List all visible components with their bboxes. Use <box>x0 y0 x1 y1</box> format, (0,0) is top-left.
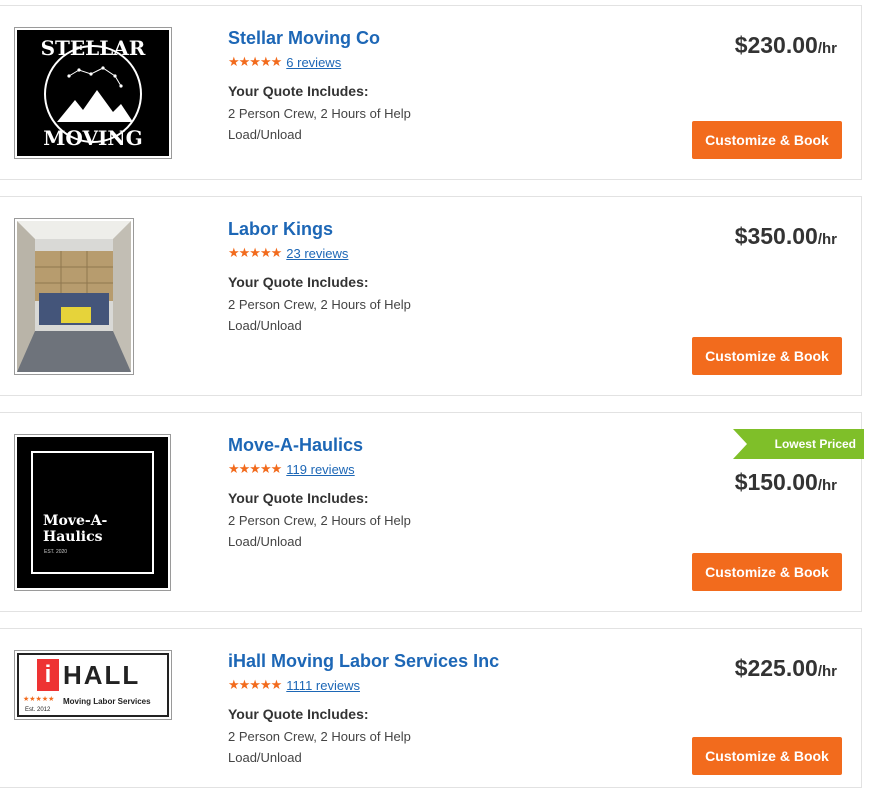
quote-includes-label: Your Quote Includes: <box>228 490 369 506</box>
reviews-link[interactable]: 119 reviews <box>286 462 354 477</box>
logo-est: EST. 2020 <box>44 549 68 555</box>
listing-card: STELLAR MOVING Stellar Moving Co ★★★★★ 6… <box>0 5 862 180</box>
hourly-price: $150.00/hr <box>735 469 837 496</box>
quote-line: 2 Person Crew, 2 Hours of Help <box>228 513 411 528</box>
quote-includes-label: Your Quote Includes: <box>228 83 369 99</box>
quote-includes-label: Your Quote Includes: <box>228 274 369 290</box>
star-rating-icon: ★★★★★ <box>228 245 282 260</box>
price-value: $150.00 <box>734 469 818 495</box>
lowest-priced-badge: Lowest Priced <box>733 429 864 459</box>
rating-row: ★★★★★ 23 reviews <box>228 245 348 261</box>
customize-book-button[interactable]: Customize & Book <box>692 337 842 375</box>
logo-text-hall: HALL <box>63 660 141 690</box>
quote-includes-label: Your Quote Includes: <box>228 706 369 722</box>
company-logo[interactable]: Move-A- Haulics EST. 2020 <box>14 434 171 591</box>
customize-book-button[interactable]: Customize & Book <box>692 553 842 591</box>
logo-stars: ★★★★★ <box>23 696 55 703</box>
logo-text-top: STELLAR <box>40 36 146 60</box>
logo-text-i: i <box>37 659 59 691</box>
logo-text-line2: Haulics <box>43 529 103 545</box>
company-logo[interactable]: STELLAR MOVING <box>14 27 172 159</box>
customize-book-button[interactable]: Customize & Book <box>692 121 842 159</box>
company-photo[interactable] <box>14 218 134 375</box>
reviews-link[interactable]: 1111 reviews <box>286 678 360 693</box>
quote-line: Load/Unload <box>228 318 302 333</box>
hourly-price: $225.00/hr <box>735 655 837 682</box>
price-value: $350.00 <box>734 223 818 249</box>
reviews-link[interactable]: 23 reviews <box>286 246 348 261</box>
logo-text-bottom: MOVING <box>43 126 143 150</box>
company-name-link[interactable]: Move-A-Haulics <box>228 435 363 456</box>
price-unit: /hr <box>817 663 837 680</box>
price-value: $230.00 <box>734 32 818 58</box>
price-unit: /hr <box>817 231 837 248</box>
quote-line: Load/Unload <box>228 534 302 549</box>
company-name-link[interactable]: iHall Moving Labor Services Inc <box>228 651 499 672</box>
rating-row: ★★★★★ 6 reviews <box>228 54 341 70</box>
listing-card: Labor Kings ★★★★★ 23 reviews Your Quote … <box>0 196 862 396</box>
star-rating-icon: ★★★★★ <box>228 677 282 692</box>
quote-line: 2 Person Crew, 2 Hours of Help <box>228 729 411 744</box>
listing-card: Move-A- Haulics EST. 2020 Lowest Priced … <box>0 412 864 612</box>
star-rating-icon: ★★★★★ <box>228 461 282 476</box>
customize-book-button[interactable]: Customize & Book <box>692 737 842 775</box>
reviews-link[interactable]: 6 reviews <box>286 55 341 70</box>
quote-line: Load/Unload <box>228 127 302 142</box>
price-unit: /hr <box>817 477 837 494</box>
logo-tagline: Moving Labor Services <box>63 697 151 706</box>
company-logo[interactable]: i HALL ★★★★★ Moving Labor Services Est. … <box>14 650 172 720</box>
company-name-link[interactable]: Stellar Moving Co <box>228 28 380 49</box>
quote-line: 2 Person Crew, 2 Hours of Help <box>228 106 411 121</box>
star-rating-icon: ★★★★★ <box>228 54 282 69</box>
price-unit: /hr <box>817 40 837 57</box>
rating-row: ★★★★★ 119 reviews <box>228 461 355 477</box>
logo-est: Est. 2012 <box>25 707 51 713</box>
quote-line: Load/Unload <box>228 750 302 765</box>
truck-interior-photo <box>17 221 131 372</box>
hourly-price: $350.00/hr <box>735 223 837 250</box>
price-value: $225.00 <box>734 655 818 681</box>
hourly-price: $230.00/hr <box>735 32 837 59</box>
quote-line: 2 Person Crew, 2 Hours of Help <box>228 297 411 312</box>
listing-card: i HALL ★★★★★ Moving Labor Services Est. … <box>0 628 862 788</box>
logo-text-line1: Move-A- <box>43 513 108 529</box>
rating-row: ★★★★★ 1111 reviews <box>228 677 360 693</box>
company-name-link[interactable]: Labor Kings <box>228 219 333 240</box>
